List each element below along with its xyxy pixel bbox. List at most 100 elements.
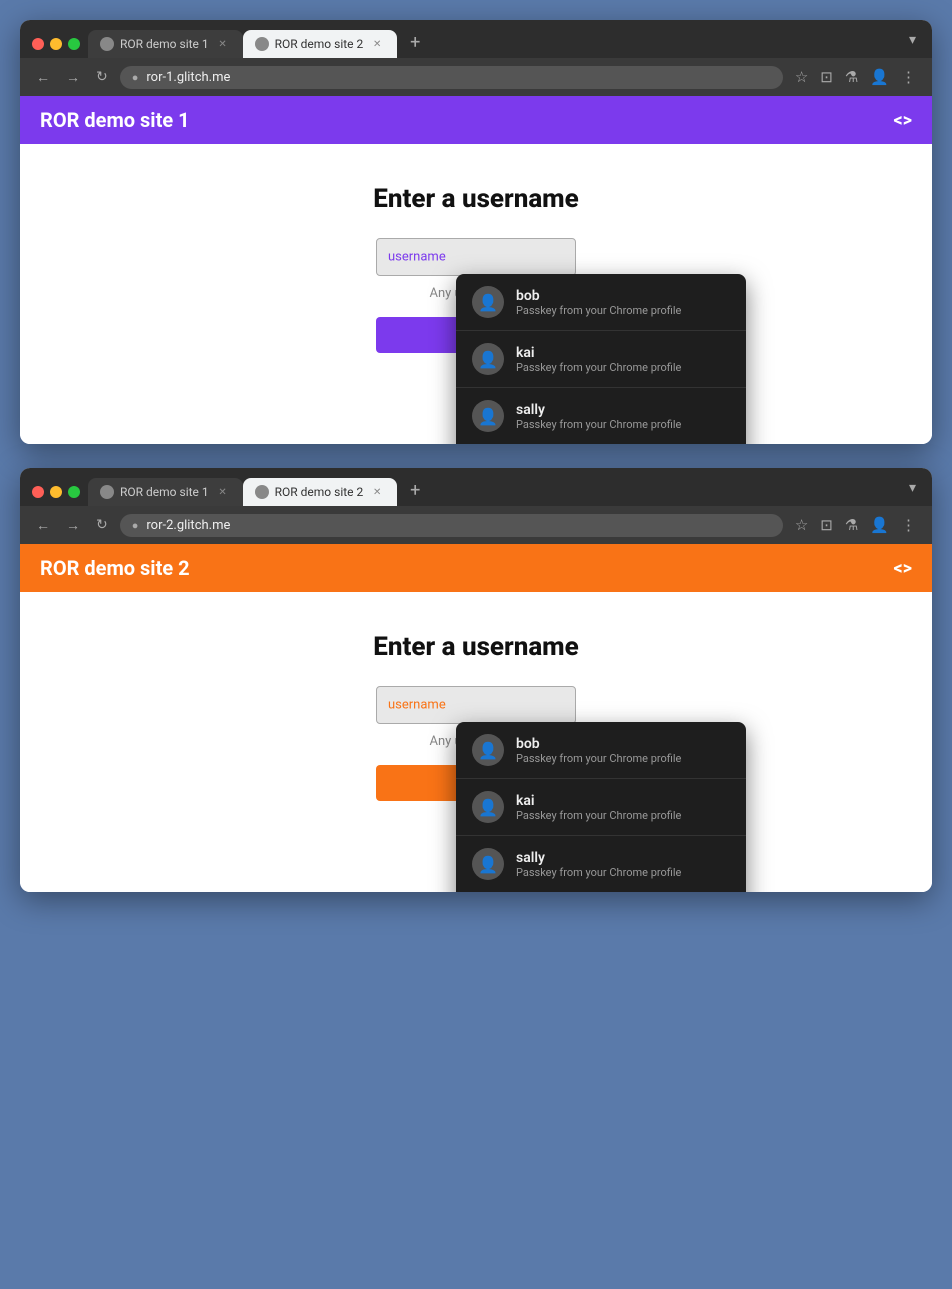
- lab-icon-1[interactable]: ⚗: [841, 64, 862, 90]
- tab-label-1: ROR demo site 1: [120, 37, 209, 51]
- passkey-info-kai-1: kai Passkey from your Chrome profile: [516, 345, 730, 374]
- passkey-dropdown-2: 👤 bob Passkey from your Chrome profile 👤…: [456, 722, 746, 892]
- tab-label-3: ROR demo site 1: [120, 485, 209, 499]
- url-bar-2[interactable]: ● ror-2.glitch.me: [120, 514, 783, 537]
- tab-favicon-2: [255, 37, 269, 51]
- refresh-button-1[interactable]: ↻: [92, 67, 112, 87]
- passkey-info-kai-2: kai Passkey from your Chrome profile: [516, 793, 730, 822]
- passkey-sub-kai-2: Passkey from your Chrome profile: [516, 809, 730, 822]
- browser-window-1: ROR demo site 1 ✕ ROR demo site 2 ✕ + ▾ …: [20, 20, 932, 444]
- username-input-1[interactable]: [376, 238, 576, 276]
- passkey-info-bob-1: bob Passkey from your Chrome profile: [516, 288, 730, 317]
- tab-favicon-4: [255, 485, 269, 499]
- security-icon-2: ●: [132, 519, 139, 532]
- tabs-row-1: ROR demo site 1 ✕ ROR demo site 2 ✕ + ▾: [88, 28, 920, 58]
- passkey-info-bob-2: bob Passkey from your Chrome profile: [516, 736, 730, 765]
- bookmark-icon-1[interactable]: ☆: [791, 64, 812, 90]
- security-icon-1: ●: [132, 71, 139, 84]
- site-content-2: Enter a username username Any username..…: [20, 592, 932, 892]
- passkey-name-kai-2: kai: [516, 793, 730, 809]
- maximize-button-2[interactable]: [68, 486, 80, 498]
- passkey-item-bob-2[interactable]: 👤 bob Passkey from your Chrome profile: [456, 722, 746, 779]
- tab-2-site2[interactable]: ROR demo site 2 ✕: [243, 478, 398, 506]
- url-text-2: ror-2.glitch.me: [146, 518, 770, 533]
- refresh-button-2[interactable]: ↻: [92, 515, 112, 535]
- code-icon-2[interactable]: <>: [894, 558, 912, 579]
- back-button-2[interactable]: ←: [32, 515, 54, 536]
- passkey-dropdown-1: 👤 bob Passkey from your Chrome profile 👤…: [456, 274, 746, 444]
- tab-dropdown-button-2[interactable]: ▾: [905, 476, 920, 500]
- passkey-name-bob-2: bob: [516, 736, 730, 752]
- site-title-2: ROR demo site 2: [40, 556, 190, 580]
- new-tab-button-2[interactable]: +: [401, 476, 429, 504]
- tab-close-1[interactable]: ✕: [215, 36, 231, 52]
- passkey-name-kai-1: kai: [516, 345, 730, 361]
- url-bar-1[interactable]: ● ror-1.glitch.me: [120, 66, 783, 89]
- passkey-sub-sally-2: Passkey from your Chrome profile: [516, 866, 730, 879]
- page-title-2: Enter a username: [40, 632, 912, 662]
- address-bar-2: ← → ↻ ● ror-2.glitch.me ☆ ⊡ ⚗ 👤 ⋮: [20, 506, 932, 544]
- passkey-avatar-kai-2: 👤: [472, 791, 504, 823]
- passkey-info-sally-1: sally Passkey from your Chrome profile: [516, 402, 730, 431]
- tab-1-site1[interactable]: ROR demo site 1 ✕: [88, 30, 243, 58]
- back-button-1[interactable]: ←: [32, 67, 54, 88]
- passkey-name-sally-1: sally: [516, 402, 730, 418]
- window-controls-2: [32, 486, 80, 498]
- username-input-2[interactable]: [376, 686, 576, 724]
- minimize-button-2[interactable]: [50, 486, 62, 498]
- passkey-avatar-sally-1: 👤: [472, 400, 504, 432]
- tab-dropdown-button-1[interactable]: ▾: [905, 28, 920, 52]
- passkey-avatar-kai-1: 👤: [472, 343, 504, 375]
- site-title-1: ROR demo site 1: [40, 108, 190, 132]
- forward-button-1[interactable]: →: [62, 67, 84, 88]
- address-bar-1: ← → ↻ ● ror-1.glitch.me ☆ ⊡ ⚗ 👤 ⋮: [20, 58, 932, 96]
- tab-2-site1[interactable]: ROR demo site 1 ✕: [88, 478, 243, 506]
- passkey-avatar-bob-1: 👤: [472, 286, 504, 318]
- tabs-row-2: ROR demo site 1 ✕ ROR demo site 2 ✕ + ▾: [88, 476, 920, 506]
- close-button-1[interactable]: [32, 38, 44, 50]
- bookmark-icon-2[interactable]: ☆: [791, 512, 812, 538]
- passkey-sub-kai-1: Passkey from your Chrome profile: [516, 361, 730, 374]
- passkey-sub-bob-1: Passkey from your Chrome profile: [516, 304, 730, 317]
- url-text-1: ror-1.glitch.me: [146, 70, 770, 85]
- code-icon-1[interactable]: <>: [894, 110, 912, 131]
- passkey-info-sally-2: sally Passkey from your Chrome profile: [516, 850, 730, 879]
- minimize-button-1[interactable]: [50, 38, 62, 50]
- tab-close-4[interactable]: ✕: [369, 484, 385, 500]
- close-button-2[interactable]: [32, 486, 44, 498]
- lab-icon-2[interactable]: ⚗: [841, 512, 862, 538]
- page-title-1: Enter a username: [40, 184, 912, 214]
- maximize-button-1[interactable]: [68, 38, 80, 50]
- forward-button-2[interactable]: →: [62, 515, 84, 536]
- profile-icon-1[interactable]: 👤: [866, 64, 893, 90]
- passkey-item-kai-1[interactable]: 👤 kai Passkey from your Chrome profile: [456, 331, 746, 388]
- site-header-2: ROR demo site 2 <>: [20, 544, 932, 592]
- new-tab-button-1[interactable]: +: [401, 28, 429, 56]
- tab-favicon-3: [100, 485, 114, 499]
- profile-icon-2[interactable]: 👤: [866, 512, 893, 538]
- menu-icon-2[interactable]: ⋮: [897, 512, 920, 538]
- tab-favicon-1: [100, 37, 114, 51]
- cast-icon-2[interactable]: ⊡: [816, 512, 837, 538]
- passkey-name-sally-2: sally: [516, 850, 730, 866]
- passkey-name-bob-1: bob: [516, 288, 730, 304]
- tab-label-4: ROR demo site 2: [275, 485, 364, 499]
- tab-close-2[interactable]: ✕: [369, 36, 385, 52]
- passkey-avatar-bob-2: 👤: [472, 734, 504, 766]
- tab-close-3[interactable]: ✕: [215, 484, 231, 500]
- passkey-item-sally-1[interactable]: 👤 sally Passkey from your Chrome profile: [456, 388, 746, 444]
- passkey-sub-sally-1: Passkey from your Chrome profile: [516, 418, 730, 431]
- passkey-sub-bob-2: Passkey from your Chrome profile: [516, 752, 730, 765]
- window-controls-1: [32, 38, 80, 50]
- site-content-1: Enter a username username Any username..…: [20, 144, 932, 444]
- title-bar-2: ROR demo site 1 ✕ ROR demo site 2 ✕ + ▾: [20, 468, 932, 506]
- menu-icon-1[interactable]: ⋮: [897, 64, 920, 90]
- passkey-item-kai-2[interactable]: 👤 kai Passkey from your Chrome profile: [456, 779, 746, 836]
- tab-label-2: ROR demo site 2: [275, 37, 364, 51]
- tab-1-site2[interactable]: ROR demo site 2 ✕: [243, 30, 398, 58]
- toolbar-icons-2: ☆ ⊡ ⚗ 👤 ⋮: [791, 512, 920, 538]
- passkey-item-bob-1[interactable]: 👤 bob Passkey from your Chrome profile: [456, 274, 746, 331]
- title-bar-1: ROR demo site 1 ✕ ROR demo site 2 ✕ + ▾: [20, 20, 932, 58]
- passkey-item-sally-2[interactable]: 👤 sally Passkey from your Chrome profile: [456, 836, 746, 892]
- cast-icon-1[interactable]: ⊡: [816, 64, 837, 90]
